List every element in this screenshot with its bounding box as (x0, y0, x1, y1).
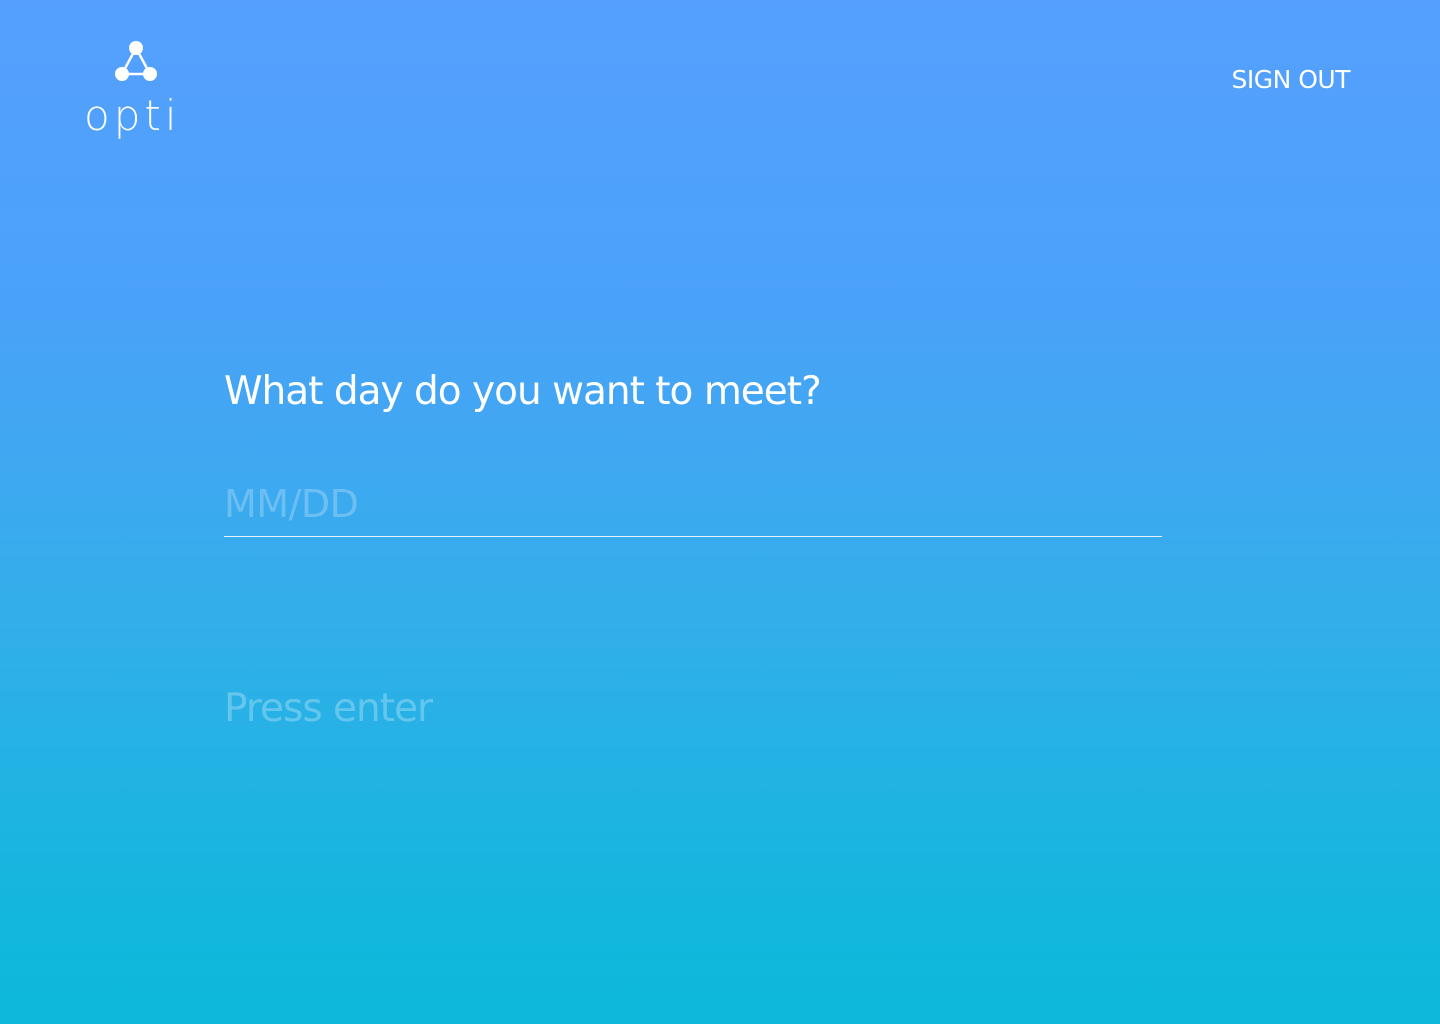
sign-out-button[interactable]: SIGN OUT (1231, 64, 1350, 96)
press-enter-hint: Press enter (224, 686, 433, 731)
network-triangle-icon (115, 41, 157, 81)
meeting-date-input[interactable] (224, 472, 1162, 537)
brand-logo[interactable]: opti (84, 40, 188, 150)
brand-wordmark: opti (84, 91, 181, 140)
meeting-day-question: What day do you want to meet? (224, 369, 822, 414)
